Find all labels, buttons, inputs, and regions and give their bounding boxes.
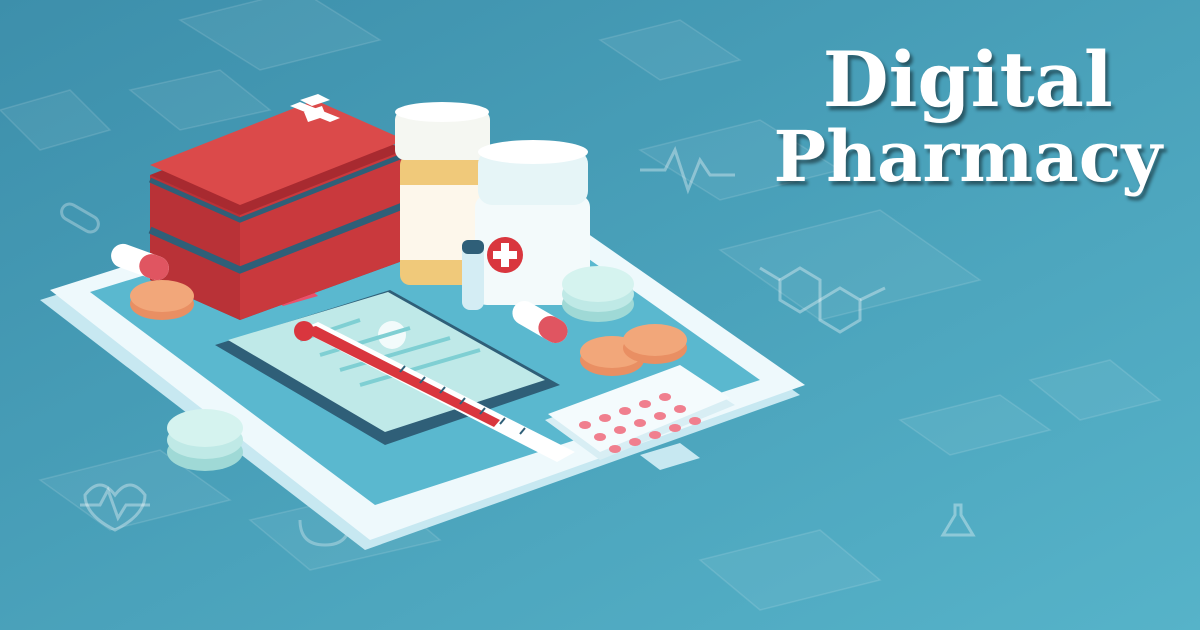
headline-line-1: Digital [822, 35, 1113, 124]
headline: Digital Pharmacy [774, 40, 1163, 193]
headline-line-2: Pharmacy [773, 114, 1163, 198]
vial [462, 240, 484, 310]
